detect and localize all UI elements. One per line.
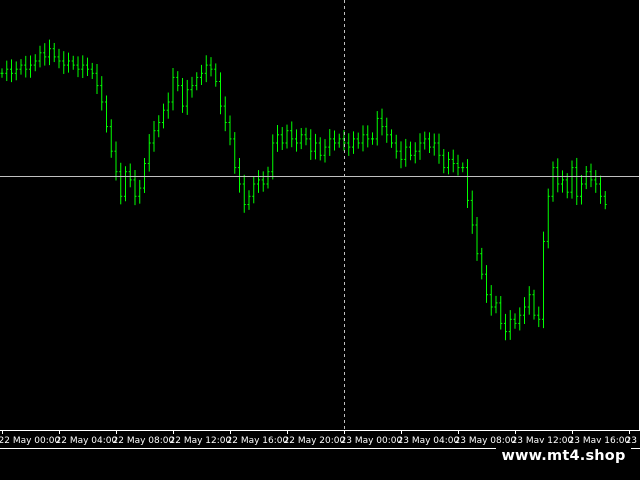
site-watermark: www.mt4.shop bbox=[496, 443, 631, 470]
price-chart[interactable]: 22 May 00:0022 May 04:0022 May 08:0022 M… bbox=[0, 0, 640, 480]
time-tick-label: 22 May 16:00 bbox=[227, 436, 289, 446]
time-tick-label: 23 May 04:00 bbox=[398, 436, 460, 446]
time-tick-label: 22 May 04:00 bbox=[56, 436, 118, 446]
time-tick-label: 22 May 20:00 bbox=[284, 436, 346, 446]
time-tick-label: 22 May 12:00 bbox=[170, 436, 232, 446]
time-tick-label: 22 May 00:00 bbox=[0, 436, 60, 446]
time-tick-label: 22 May 08:00 bbox=[113, 436, 175, 446]
time-tick-label: 23 May 00:00 bbox=[341, 436, 403, 446]
